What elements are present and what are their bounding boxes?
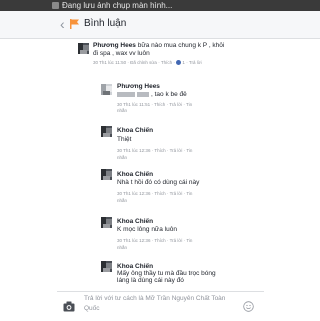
avatar[interactable] [101,169,112,180]
sticker-icon[interactable] [243,301,254,312]
reply-meta: 30 Th1 lúc 12:36 · Thích · Trả lời · Tin [117,238,192,244]
reply-composer: Trả lời với tư cách là Mỡ Trần Nguyên Ch… [57,291,264,321]
meta-separator: · [183,191,186,196]
meta-separator: · [183,148,186,153]
reply-body: Thiệt [117,136,132,143]
reply-meta: 30 Th1 lúc 11:51 · Thích · Trả lời · Tin [117,102,192,108]
avatar[interactable] [78,43,89,54]
flag-icon [70,19,79,29]
like-link[interactable]: Thích [154,102,165,107]
meta-separator: · [166,148,169,153]
camera-icon[interactable] [63,301,75,312]
reply-body: , tao k be đê [151,91,187,98]
avatar[interactable] [101,84,112,95]
meta-separator: · [151,238,154,243]
reply-link[interactable]: Trả lời [169,102,182,107]
page-title: Bình luận [84,18,127,29]
meta-separator: · [127,60,129,65]
meta-separator: · [173,60,175,65]
screenshot-icon [52,2,59,9]
reply-link[interactable]: Trả lời [170,238,183,243]
meta-separator: · [158,60,160,65]
message-link-line1[interactable]: Tin [186,238,192,243]
reply-author[interactable]: Khoa Chiến [117,263,153,270]
meta-separator: · [151,102,153,107]
like-link[interactable]: Thích [154,148,165,153]
message-link-line2[interactable]: nhắn [117,245,127,251]
meta-separator: · [166,102,169,107]
message-link-line1[interactable]: Tin [186,191,192,196]
reply-author[interactable]: Phương Hees [117,83,160,90]
message-link-line1[interactable]: Tin [186,102,192,107]
message-link-line2[interactable]: nhắn [117,198,127,204]
comment-meta: 30 Th1 lúc 11:50 · Đã chỉnh sửa · Thích … [93,60,202,66]
status-text: Đang lưu ảnh chụp màn hình... [62,1,173,10]
reply-meta: 30 Th1 lúc 12:36 · Thích · Trả lời · Tin [117,191,192,197]
reply-text: , tao k be đê [117,91,187,99]
redacted-mention [117,91,135,97]
reply-link[interactable]: Trả lời [170,148,183,153]
meta-separator: · [166,191,169,196]
meta-separator: · [183,238,186,243]
reply-link[interactable]: Trả lời [170,191,183,196]
reply-author[interactable]: Khoa Chiến [117,171,153,178]
meta-separator: · [151,191,154,196]
meta-separator: · [151,148,154,153]
reply-author[interactable]: Khoa Chiến [117,218,153,225]
reply-time: 30 Th1 lúc 11:51 [117,102,151,107]
reply-link[interactable]: Trả lời [189,60,202,65]
like-count: 1 [182,60,185,65]
reply-body: Nhà t hồi đó có dùng cái này [117,179,200,186]
reply-time: 30 Th1 lúc 12:36 [117,148,151,153]
message-link-line1[interactable]: Tin [186,148,192,153]
message-link-line2[interactable]: nhắn [117,155,127,161]
reply-time: 30 Th1 lúc 12:36 [117,238,151,243]
reply-input[interactable]: Trả lời với tư cách là Mỡ Trần Nguyên Ch… [84,294,234,314]
reply-body: K mọc lông nữa luôn [117,226,177,233]
reply-author[interactable]: Khoa Chiến [117,127,153,134]
reply-body-line2: láng là dùng cái này đó [117,277,184,284]
comment-body-line2: đi spa , wax vv luôn [93,50,150,57]
comment-body-line1: bữa nào mua chung k P , khỏi [137,42,225,49]
comment-author[interactable]: Phương Hees [93,42,136,49]
like-link[interactable]: Thích [161,60,172,65]
chevron-left-icon[interactable]: ‹ [60,16,65,32]
reply-meta: 30 Th1 lúc 12:36 · Thích · Trả lời · Tin [117,148,192,154]
thumbs-up-icon [176,60,182,66]
like-link[interactable]: Thích [154,191,165,196]
avatar[interactable] [101,217,112,228]
meta-separator: · [166,238,169,243]
edited-label: Đã chỉnh sửa [130,60,157,65]
reply-time: 30 Th1 lúc 12:36 [117,191,151,196]
title-bar: ‹ Bình luận [0,11,320,39]
meta-separator: · [183,102,185,107]
meta-separator: · [186,60,188,65]
comment-text: Phương Hees bữa nào mua chung k P , khỏi [93,42,224,50]
comment-time: 30 Th1 lúc 11:50 [93,60,127,65]
message-link-line2[interactable]: nhắn [117,108,127,114]
like-link[interactable]: Thích [154,238,165,243]
status-bar: Đang lưu ảnh chụp màn hình... [0,0,320,11]
avatar[interactable] [101,126,112,137]
redacted-mention [137,91,149,97]
avatar[interactable] [101,261,112,272]
